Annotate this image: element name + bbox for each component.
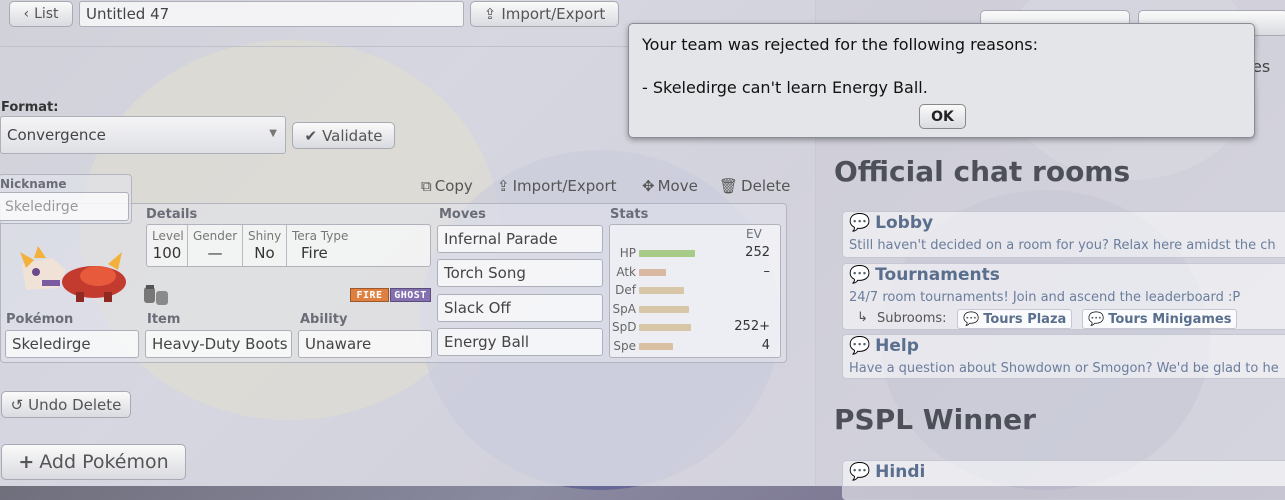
stat-bar	[639, 287, 684, 294]
stat-bar	[639, 250, 695, 257]
stat-ev: –	[763, 263, 771, 279]
chat-bubble-icon: 💬	[849, 336, 871, 356]
stat-bar	[639, 324, 691, 331]
delete-button[interactable]: 🗑 Delete	[719, 177, 790, 195]
details-box[interactable]: Level 100 Gender — Shiny No Tera Type Fi…	[146, 224, 431, 267]
item-label: Item	[147, 312, 181, 327]
ok-button[interactable]: OK	[919, 104, 966, 129]
level-cell: Level 100	[147, 225, 188, 266]
undo-delete-button[interactable]: ↺ Undo Delete	[1, 391, 131, 418]
chat-bubble-icon: 💬	[1088, 311, 1105, 327]
nickname-input[interactable]: Skeledirge	[0, 192, 129, 221]
chat-bubble-icon: 💬	[963, 311, 980, 327]
moves-label: Moves	[439, 207, 486, 222]
set-import-export-button[interactable]: ⇪ Import/Export	[497, 177, 617, 195]
copy-button[interactable]: ⧉ Copy	[421, 177, 473, 195]
import-export-button[interactable]: ⇪ Import/Export	[470, 1, 619, 27]
stat-name: Atk	[616, 264, 636, 279]
stat-ev: 252	[745, 245, 770, 260]
format-label: Format:	[1, 100, 59, 115]
copy-icon: ⧉	[421, 177, 432, 195]
move-icon: ✥	[642, 177, 655, 195]
stat-name: SpD	[612, 320, 637, 334]
subroom-arrow-icon: ↳	[857, 310, 868, 325]
format-select[interactable]: Convergence ▼	[0, 116, 286, 154]
stat-name: SpA	[612, 301, 636, 316]
stat-name: HP	[619, 246, 636, 260]
type-ghost-badge: GHOST	[390, 288, 431, 302]
room-lobby[interactable]: 💬 Lobby Still haven't decided on a room f…	[842, 211, 1285, 258]
trash-icon: 🗑	[719, 177, 739, 195]
pokemon-input[interactable]: Skeledirge	[5, 330, 139, 358]
stat-name: Spe	[613, 338, 636, 353]
check-icon: ✔	[304, 126, 318, 145]
stat-row-atk: Atk –	[610, 263, 780, 281]
stat-row-hp: HP 252	[610, 244, 780, 262]
plus-icon: +	[18, 451, 35, 473]
item-icon	[144, 285, 168, 305]
tera-type-cell: Tera Type Fire	[292, 229, 349, 262]
pokemon-label: Pokémon	[6, 312, 74, 327]
stat-row-spd: SpD 252+	[610, 318, 780, 336]
type-fire-badge: FIRE	[350, 288, 389, 302]
official-rooms-title: Official chat rooms	[834, 155, 1131, 188]
details-label: Details	[146, 207, 198, 222]
subroom-tours-plaza[interactable]: 💬 Tours Plaza	[957, 309, 1073, 329]
move-input-3[interactable]: Slack Off	[437, 294, 603, 322]
chevron-left-icon: ‹	[23, 6, 30, 22]
upload-icon: ⇪	[497, 177, 510, 195]
undo-icon: ↺	[10, 395, 24, 414]
validate-button[interactable]: ✔ Validate	[292, 122, 395, 149]
subrooms-row: ↳ Subrooms: 💬 Tours Plaza 💬 Tours Minigame…	[857, 309, 1277, 329]
popup-message-heading: Your team was rejected for the following…	[642, 35, 1038, 54]
ability-label: Ability	[300, 312, 348, 327]
nickname-label: Nickname	[0, 177, 67, 191]
stats-label: Stats	[610, 207, 649, 222]
team-name-input[interactable]: Untitled 47	[79, 1, 464, 27]
subroom-tours-minigames[interactable]: 💬 Tours Minigames	[1082, 309, 1238, 329]
stat-row-def: Def	[610, 281, 780, 299]
list-button[interactable]: ‹ List	[9, 1, 73, 27]
item-input[interactable]: Heavy-Duty Boots	[145, 330, 292, 358]
stat-bar	[639, 342, 673, 350]
move-button[interactable]: ✥ Move	[642, 177, 698, 195]
room-hindi[interactable]: 💬 Hindi	[842, 460, 1285, 500]
room-tournaments[interactable]: 💬 Tournaments 24/7 room tournaments! Join…	[842, 263, 1285, 330]
add-pokemon-button[interactable]: + Add Pokémon	[1, 444, 186, 480]
stat-name: Def	[615, 283, 636, 297]
stats-box[interactable]: EV HP 252 Atk – Def SpA SpD 252+ Spe 4	[609, 224, 781, 358]
pokemon-sprite	[20, 246, 126, 302]
ev-header: EV	[746, 227, 762, 241]
rejection-popup: Your team was rejected for the following…	[628, 23, 1255, 138]
upload-icon: ⇪	[483, 5, 497, 23]
room-help[interactable]: 💬 Help Have a question about Showdown or …	[842, 334, 1285, 379]
shiny-cell: Shiny No	[243, 225, 287, 266]
chat-bubble-icon: 💬	[849, 213, 871, 233]
stat-row-spa: SpA	[610, 300, 780, 318]
chevron-down-icon: ▼	[269, 128, 277, 139]
stat-row-spe: Spe 4	[610, 337, 780, 355]
ability-input[interactable]: Unaware	[298, 330, 432, 358]
gender-cell: Gender —	[188, 225, 243, 266]
chat-bubble-icon: 💬	[849, 462, 871, 482]
popup-message-reason: - Skeledirge can't learn Energy Ball.	[642, 78, 928, 97]
stat-bar	[639, 305, 689, 313]
move-input-4[interactable]: Energy Ball	[437, 328, 603, 356]
move-input-2[interactable]: Torch Song	[437, 259, 603, 287]
move-input-1[interactable]: Infernal Parade	[437, 225, 603, 253]
stat-bar	[639, 268, 666, 276]
stat-ev: 4	[761, 337, 770, 353]
pspl-winner-title: PSPL Winner	[834, 403, 1036, 436]
stat-ev: 252+	[734, 319, 770, 334]
chat-bubble-icon: 💬	[849, 265, 871, 285]
